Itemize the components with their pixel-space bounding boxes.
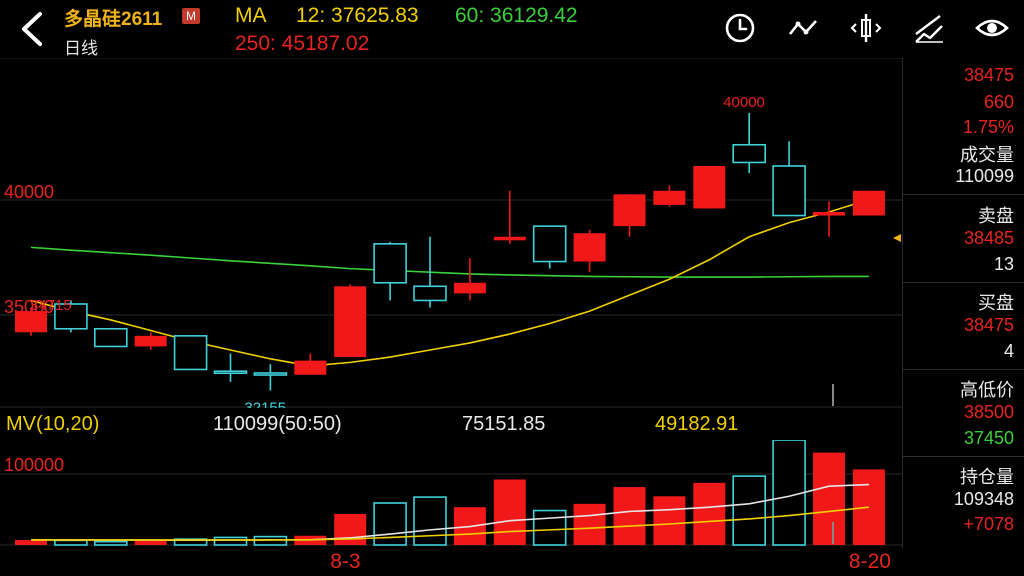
candle-body xyxy=(852,190,885,216)
ask-price: 38485 xyxy=(963,228,1014,248)
candle-body xyxy=(413,285,447,302)
volume-bar xyxy=(772,440,806,546)
ask-volume: 13 xyxy=(993,254,1014,274)
candle-body xyxy=(253,372,288,376)
volume-value: 110099 xyxy=(955,166,1014,186)
draw-button[interactable] xyxy=(909,8,949,48)
trend-line-button[interactable] xyxy=(783,8,823,48)
ma250-readout: 250: 45187.02 xyxy=(235,32,370,55)
ma-title: MA xyxy=(235,4,267,27)
last-price-marker xyxy=(893,234,901,242)
candle-body xyxy=(532,225,567,263)
volume-chart[interactable]: 100000 xyxy=(0,440,902,546)
ma-line-60 xyxy=(30,246,869,278)
y-tick-label-40000: 40000 xyxy=(4,182,54,202)
trend-line-icon xyxy=(788,20,817,35)
back-button[interactable] xyxy=(14,8,50,50)
volume-bar xyxy=(334,513,367,545)
x-axis-label-start: 8-3 xyxy=(330,550,361,573)
bid-volume: 4 xyxy=(1003,341,1014,361)
low-price: 37450 xyxy=(963,428,1014,448)
candle-body xyxy=(653,190,686,205)
candle-body xyxy=(573,233,606,262)
high-price: 38500 xyxy=(963,402,1014,422)
price-annotation: 40000 xyxy=(723,94,765,111)
volume-bar xyxy=(493,479,526,545)
volume-bar xyxy=(532,509,567,546)
candlestick-chart[interactable]: 40000 35000 400003215534715 xyxy=(0,58,902,408)
x-axis-label-end: 8-20 xyxy=(848,550,891,573)
candle-body xyxy=(493,236,526,241)
candle-body xyxy=(373,243,407,284)
volume-bar xyxy=(213,536,248,546)
candle-body xyxy=(453,282,486,294)
open-interest-value: 109348 xyxy=(953,489,1014,509)
ma12-readout: 12: 37625.83 xyxy=(296,4,419,27)
header-bar: 多晶硅2611 M 日线 MA 12: 37625.83 60: 36129.4… xyxy=(0,0,1024,58)
candle-body xyxy=(213,370,248,375)
candle-body xyxy=(813,212,845,216)
instrument-name: 多晶硅2611 xyxy=(64,9,163,30)
volume-bar xyxy=(732,475,767,546)
volume-bar xyxy=(613,487,646,545)
clock-button[interactable] xyxy=(720,8,760,48)
price-change: 660 xyxy=(983,92,1014,112)
range-tool-icon xyxy=(850,14,882,42)
candle-body xyxy=(693,166,726,209)
volume-tick-label: 100000 xyxy=(4,455,64,475)
volume-bar xyxy=(134,540,167,545)
volume-bar xyxy=(693,482,726,545)
volume-bar xyxy=(813,452,845,545)
volume-bar xyxy=(373,502,407,546)
volume-bar xyxy=(54,539,88,546)
volume-indicator-title: MV(10,20) xyxy=(6,413,100,435)
chevron-left-icon xyxy=(22,12,42,46)
candle-body xyxy=(732,143,767,164)
candles xyxy=(15,112,885,391)
volume-bar xyxy=(653,496,686,545)
eye-icon xyxy=(975,19,1009,37)
draw-icon xyxy=(915,15,943,43)
volume-readout: 110099(50:50) xyxy=(213,413,342,435)
high-low-label: 高低价 xyxy=(960,380,1014,400)
candle-body xyxy=(294,360,327,375)
scroll-indicator[interactable] xyxy=(832,384,834,406)
volume-bar xyxy=(94,540,128,546)
bid-label: 买盘 xyxy=(978,293,1014,313)
candle-body xyxy=(613,194,646,227)
clock-icon xyxy=(725,13,755,43)
bid-price: 38475 xyxy=(963,315,1014,335)
candle-body xyxy=(772,165,806,217)
price-annotation: 34715 xyxy=(30,297,72,314)
candle-body xyxy=(334,286,367,358)
volume-bar xyxy=(413,496,447,546)
mv10-readout: 75151.85 xyxy=(462,413,546,435)
candle-body xyxy=(134,335,167,347)
ask-label: 卖盘 xyxy=(978,206,1014,226)
eye-button[interactable] xyxy=(972,8,1012,48)
period-label[interactable]: 日线 xyxy=(64,34,98,59)
market-badge: M xyxy=(182,8,200,24)
volume-scroll-indicator[interactable] xyxy=(832,522,834,544)
quote-panel: 38475 660 1.75% 成交量 110099 卖盘 38485 13 买… xyxy=(902,58,1024,548)
change-percent: 1.75% xyxy=(962,117,1014,137)
price-annotation: 32155 xyxy=(244,400,286,408)
volume-label: 成交量 xyxy=(960,145,1014,165)
candle-body xyxy=(15,311,47,333)
volume-bar xyxy=(573,503,606,545)
volume-bars xyxy=(15,440,885,546)
open-interest-label: 持仓量 xyxy=(960,467,1014,487)
mv20-readout: 49182.91 xyxy=(655,413,739,435)
ma60-readout: 60: 36129.42 xyxy=(455,4,578,27)
open-interest-change: +7078 xyxy=(963,514,1014,534)
last-price: 38475 xyxy=(963,65,1014,85)
candle-body xyxy=(173,335,208,371)
range-tool-button[interactable] xyxy=(846,8,886,48)
candle-body xyxy=(94,327,128,348)
